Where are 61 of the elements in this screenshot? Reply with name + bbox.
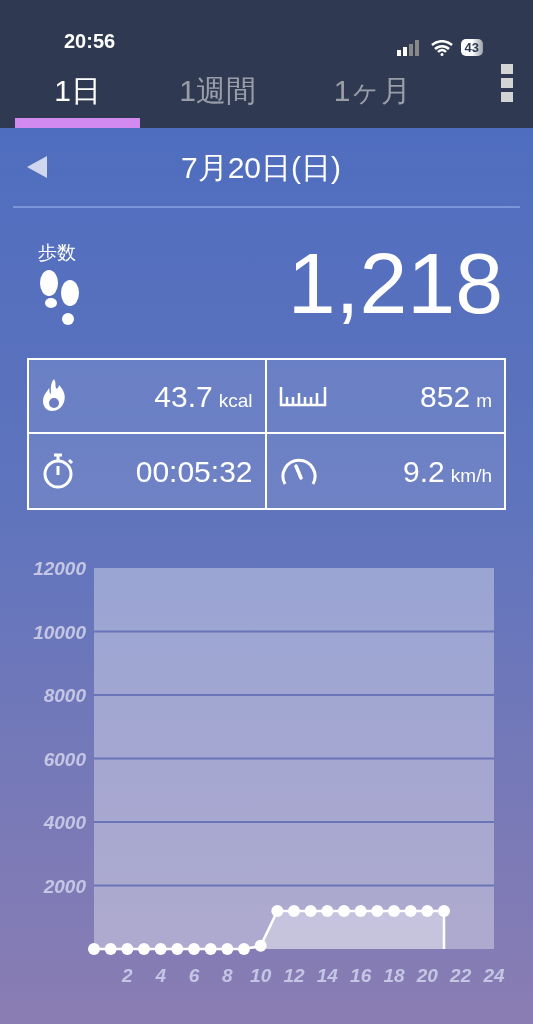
y-axis-label: 8000: [43, 685, 86, 706]
stat-unit: m: [476, 388, 492, 413]
x-axis-label: 8: [222, 965, 233, 986]
y-axis-label: 2000: [43, 875, 86, 897]
footprints-icon: [38, 269, 82, 328]
menu-icon[interactable]: [501, 64, 513, 102]
data-point: [238, 943, 250, 955]
data-point: [321, 904, 334, 917]
x-axis-label: 4: [155, 965, 166, 986]
x-axis-label: 16: [350, 965, 372, 986]
data-point: [204, 943, 217, 955]
period-tab[interactable]: 1週間: [140, 62, 295, 128]
data-point: [88, 943, 100, 955]
data-point: [154, 943, 167, 955]
stat-value: 43.7: [154, 378, 213, 415]
stat-value: 9.2: [403, 453, 445, 490]
data-point: [354, 904, 367, 917]
data-point: [254, 939, 267, 952]
stat-unit: km/h: [450, 463, 492, 488]
y-axis-label: 6000: [43, 748, 86, 770]
data-point: [371, 904, 384, 917]
wifi-icon: [430, 39, 453, 56]
date-title: 7月20日(日): [181, 149, 342, 186]
data-point: [221, 943, 234, 955]
x-axis-label: 18: [383, 965, 405, 986]
stat-unit: kcal: [218, 388, 253, 413]
x-axis-label: 10: [250, 965, 272, 986]
stopwatch-icon: [41, 452, 75, 490]
data-point: [388, 904, 400, 917]
data-point: [188, 943, 200, 955]
steps-label: 歩数: [38, 240, 76, 265]
data-point: [138, 943, 150, 955]
period-tab[interactable]: 1ヶ月: [295, 62, 450, 128]
ruler-icon: [278, 385, 327, 407]
data-point: [438, 904, 450, 917]
data-point: [271, 904, 284, 917]
x-axis-label: 20: [416, 965, 438, 986]
status-time: 20:56: [64, 29, 116, 54]
period-tab[interactable]: 1日: [15, 62, 140, 128]
data-point: [171, 943, 184, 955]
data-point: [288, 904, 300, 917]
x-axis-label: 24: [483, 965, 505, 986]
data-point: [121, 943, 134, 955]
data-point: [304, 904, 317, 917]
data-point: [338, 904, 350, 917]
stat-value: 852: [420, 378, 471, 415]
data-point: [421, 904, 434, 917]
battery-indicator: 43: [460, 39, 483, 56]
previous-arrow[interactable]: [27, 156, 47, 178]
data-point: [104, 943, 117, 955]
stat-value: 00:05:32: [135, 453, 253, 490]
x-axis-label: 14: [316, 965, 338, 986]
x-axis-label: 6: [188, 965, 200, 986]
data-point: [404, 904, 417, 917]
y-axis-label: 12000: [33, 558, 86, 579]
x-axis-label: 22: [450, 965, 472, 986]
x-axis-label: 12: [283, 965, 305, 986]
y-axis-label: 10000: [33, 621, 86, 643]
x-axis-label: 2: [122, 965, 133, 986]
y-axis-label: 4000: [43, 812, 86, 833]
steps-count: 1,218: [287, 240, 503, 326]
